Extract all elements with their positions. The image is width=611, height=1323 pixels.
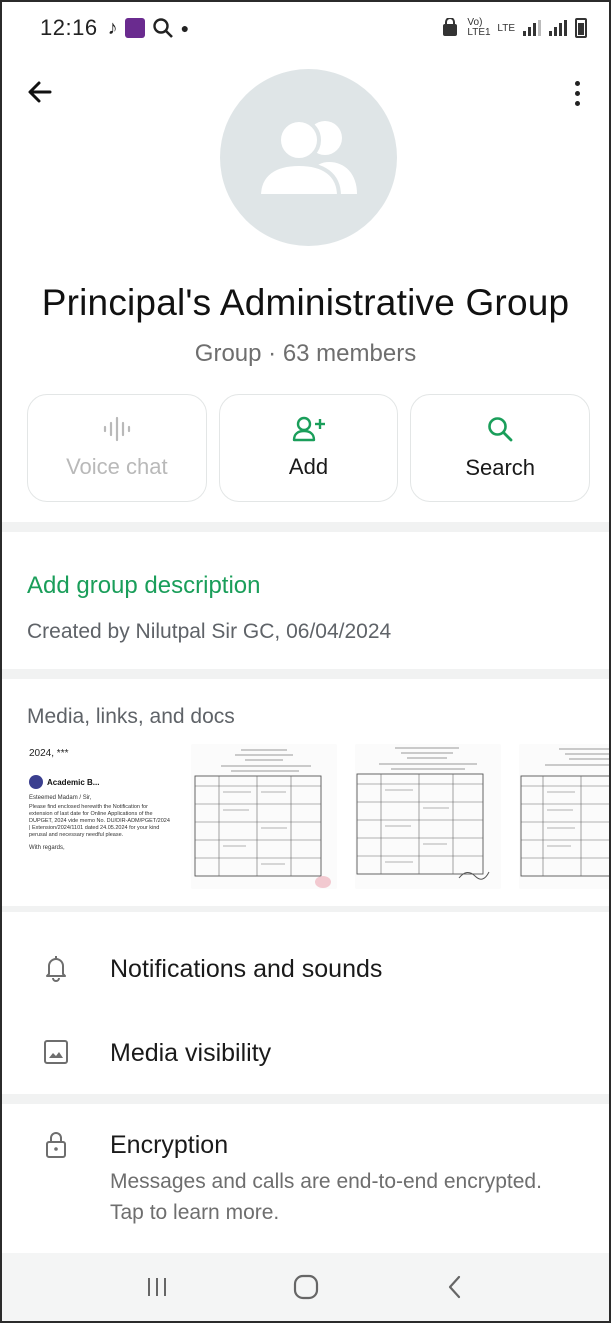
group-avatar[interactable] bbox=[220, 69, 397, 246]
search-notification-icon bbox=[152, 18, 173, 38]
signal-1-icon bbox=[523, 20, 541, 36]
document-preview-icon bbox=[519, 744, 609, 889]
action-buttons: Voice chat Add Search bbox=[27, 394, 591, 502]
audio-wave-icon bbox=[103, 416, 130, 442]
search-icon bbox=[488, 417, 513, 442]
document-preview-icon bbox=[191, 744, 337, 889]
notifications-sounds-row[interactable]: Notifications and sounds bbox=[2, 937, 609, 999]
arrow-left-icon bbox=[28, 81, 52, 103]
media-visibility-row[interactable]: Media visibility bbox=[2, 1022, 609, 1084]
nav-back-button[interactable] bbox=[425, 1267, 485, 1307]
music-note-icon: ♪ bbox=[107, 16, 118, 39]
media-thumbnail-email[interactable]: 2024, *** Academic B... Esteemed Madam /… bbox=[27, 744, 173, 889]
home-button[interactable] bbox=[276, 1267, 336, 1307]
media-thumbnail-document[interactable] bbox=[519, 744, 609, 889]
voice-chat-button[interactable]: Voice chat bbox=[27, 394, 207, 502]
image-icon bbox=[43, 1039, 69, 1065]
app-badge-icon bbox=[124, 18, 145, 38]
bell-icon bbox=[43, 955, 69, 982]
status-time: 12:16 bbox=[40, 15, 98, 40]
add-label: Add bbox=[288, 454, 329, 479]
notifications-sounds-label: Notifications and sounds bbox=[110, 955, 383, 983]
section-divider bbox=[2, 906, 609, 912]
screen: 12:16 ♪ ● Vo) LTE1 LTE Principal's Admin… bbox=[0, 0, 611, 1323]
section-divider bbox=[2, 1094, 609, 1104]
more-vertical-icon bbox=[574, 80, 580, 86]
created-by-text: Created by Nilutpal Sir GC, 06/04/2024 bbox=[27, 620, 392, 643]
back-button[interactable] bbox=[24, 76, 56, 108]
document-preview-icon bbox=[355, 744, 501, 889]
more-options-button[interactable] bbox=[565, 76, 589, 110]
status-right-icons: Vo) LTE1 LTE bbox=[441, 18, 587, 38]
media-thumbnail-document[interactable] bbox=[355, 744, 501, 889]
chevron-left-icon bbox=[448, 1275, 460, 1299]
home-icon bbox=[293, 1274, 318, 1300]
alarm-lock-icon bbox=[443, 18, 458, 36]
encryption-row[interactable]: Encryption Messages and calls are end-to… bbox=[2, 1114, 609, 1234]
battery-icon bbox=[575, 18, 587, 38]
email-salutation: Esteemed Madam / Sir, bbox=[29, 795, 92, 801]
signal-2-icon bbox=[549, 20, 567, 36]
status-notification-icons: ♪ ● bbox=[108, 17, 189, 40]
email-sender: Academic B... bbox=[47, 777, 100, 787]
search-button[interactable]: Search bbox=[410, 394, 591, 502]
encryption-description: Messages and calls are end-to-end encryp… bbox=[110, 1170, 542, 1224]
voice-chat-label: Voice chat bbox=[66, 454, 168, 479]
email-body: Please find enclosed herewith the Notifi… bbox=[29, 804, 170, 838]
carrier-label: Vo) LTE1 bbox=[467, 17, 491, 38]
network-label: LTE bbox=[497, 22, 515, 34]
system-navigation-bar bbox=[2, 1253, 609, 1321]
section-divider bbox=[2, 669, 609, 679]
add-person-icon bbox=[292, 416, 325, 442]
group-subtitle: Group · 63 members bbox=[194, 340, 417, 367]
media-thumbnails: 2024, *** Academic B... Esteemed Madam /… bbox=[27, 744, 609, 889]
media-thumbnail-document[interactable] bbox=[191, 744, 337, 889]
encryption-label: Encryption bbox=[110, 1131, 229, 1159]
group-icon bbox=[256, 117, 357, 198]
media-visibility-label: Media visibility bbox=[110, 1039, 272, 1067]
email-date-line: 2024, *** bbox=[29, 748, 69, 759]
add-member-button[interactable]: Add bbox=[218, 394, 399, 502]
email-sign-off: With regards, bbox=[29, 845, 65, 851]
recent-apps-icon bbox=[147, 1278, 166, 1296]
media-links-docs-header[interactable]: Media, links, and docs bbox=[27, 705, 235, 729]
group-name: Principal's Administrative Group bbox=[41, 282, 570, 323]
lock-icon bbox=[43, 1132, 69, 1158]
search-label: Search bbox=[465, 455, 536, 480]
sender-avatar-icon bbox=[29, 775, 43, 789]
add-group-description-link[interactable]: Add group description bbox=[27, 572, 260, 600]
status-bar: 12:16 ♪ ● Vo) LTE1 LTE bbox=[2, 2, 609, 54]
email-sender-row: Academic B... bbox=[29, 775, 171, 789]
dot-icon: ● bbox=[180, 20, 190, 36]
section-divider bbox=[2, 522, 609, 532]
recent-apps-button[interactable] bbox=[127, 1267, 187, 1307]
